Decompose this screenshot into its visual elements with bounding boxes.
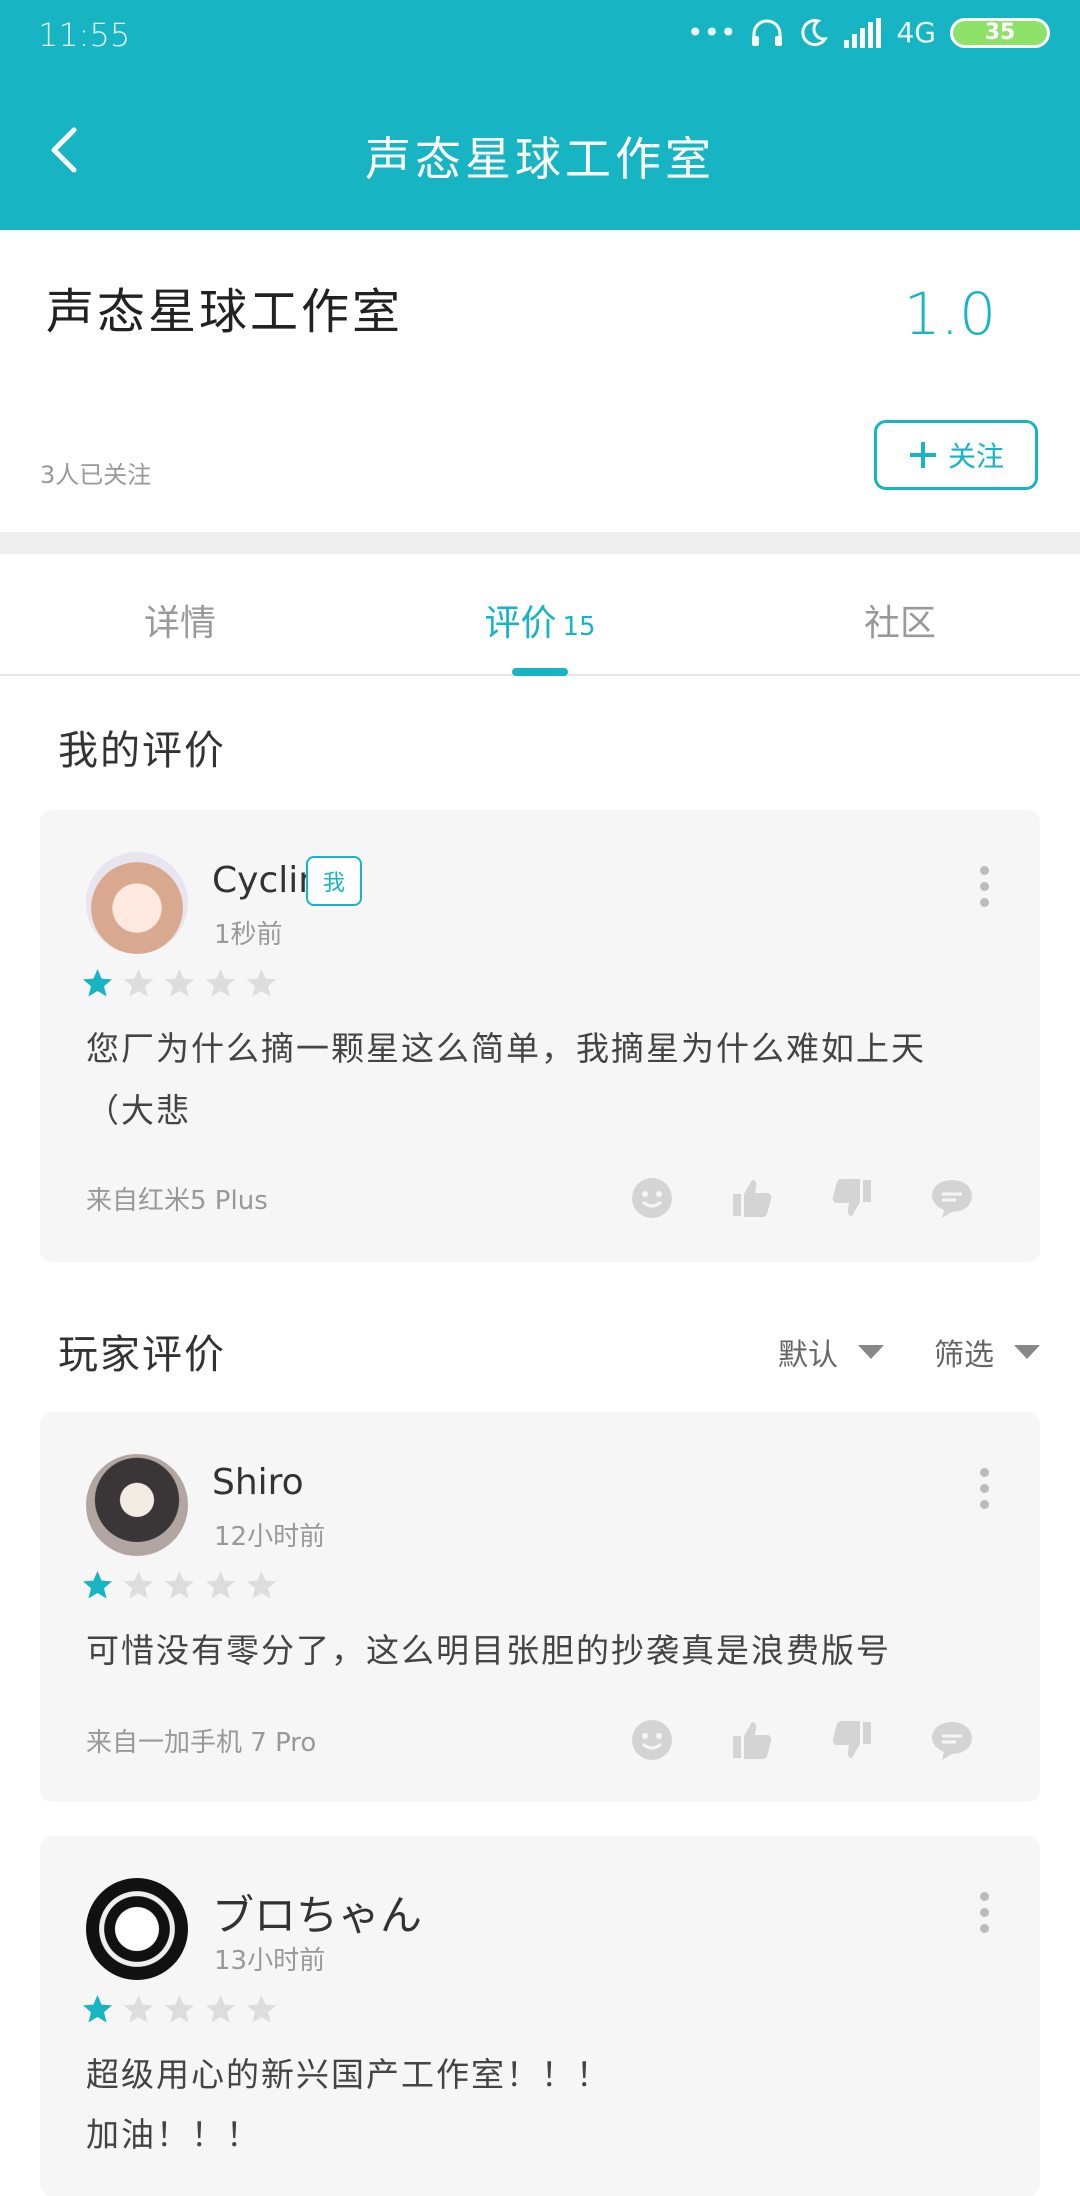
thumbs-up-icon[interactable] [730,1176,774,1220]
plus-icon [909,442,936,468]
star-empty-icon [247,1571,276,1599]
signal-icon [844,17,882,48]
my-review-card: Cyclin 我 1秒前 您厂为什么摘一颗星这么简单，我摘星为什么难如上天（大悲… [40,810,1040,1262]
tab-indicator [512,668,568,676]
divider [0,532,1080,554]
studio-name: 声态星球工作室 [46,284,404,340]
player-reviews-title: 玩家评价 [58,1332,226,1378]
comment-icon[interactable] [930,1176,974,1220]
me-badge: 我 [306,856,362,906]
username[interactable]: Shiro [212,1462,304,1503]
tab-community[interactable]: 社区 [720,554,1080,674]
rating-stars [82,968,277,999]
star-empty-icon [165,1995,194,2023]
star-empty-icon [165,969,194,997]
star-empty-icon [124,1571,153,1599]
thumbs-up-icon[interactable] [730,1718,774,1762]
page-title: 声态星球工作室 [365,132,715,186]
review-text: 超级用心的新兴国产工作室！！！ [86,2055,611,2094]
review-text: 可惜没有零分了，这么明目张胆的抄袭真是浪费版号 [86,1631,891,1670]
follower-count: 3人已关注 [40,461,152,489]
avatar[interactable] [86,1454,188,1556]
follow-button-label: 关注 [947,440,1004,473]
star-empty-icon [206,1571,235,1599]
sort-default-dropdown[interactable]: 默认 [778,1330,884,1374]
status-bar: 11:55 ••• 4G 35 [0,0,1080,75]
review-actions [630,1176,974,1220]
battery-icon: 35 [950,17,1050,48]
studio-score: 1.0 [903,280,996,348]
star-empty-icon [124,1995,153,2023]
device-label: 来自红米5 Plus [86,1186,268,1216]
more-options-icon[interactable] [980,1892,990,1940]
star-filled-icon [83,1571,112,1599]
sort-row: 默认 筛选 [778,1330,1040,1374]
username[interactable]: Cyclin [212,860,321,901]
more-options-icon[interactable] [980,866,990,914]
rating-stars [82,1994,277,2025]
device-label: 来自一加手机 7 Pro [86,1728,317,1758]
comment-icon[interactable] [930,1718,974,1762]
studio-header: 声态星球工作室 1.0 3人已关注 关注 [0,230,1080,532]
more-options-icon[interactable] [980,1468,990,1516]
review-text-line2: 加油！！！ [86,2115,261,2154]
status-icons: ••• 4G 35 [687,16,1050,49]
star-empty-icon [124,969,153,997]
avatar[interactable] [86,1878,188,1980]
star-empty-icon [206,1995,235,2023]
review-card: Shiro 12小时前 可惜没有零分了，这么明目张胆的抄袭真是浪费版号 来自一加… [40,1412,1040,1802]
filter-dropdown[interactable]: 筛选 [934,1330,1040,1374]
thumbs-down-icon[interactable] [830,1718,874,1762]
status-time: 11:55 [38,16,131,54]
more-dots-icon: ••• [686,16,737,49]
review-actions [630,1718,974,1762]
rating-stars [82,1570,277,1601]
review-time: 13小时前 [214,1946,326,1976]
tab-reviews[interactable]: 评价 15 [360,554,720,676]
review-text: 您厂为什么摘一颗星这么简单，我摘星为什么难如上天（大悲 [86,1029,926,1130]
emoji-icon[interactable] [630,1718,674,1762]
moon-icon [801,18,829,46]
review-time: 1秒前 [214,920,283,950]
dropdown-arrow-icon [858,1345,884,1359]
star-empty-icon [206,969,235,997]
review-card: ブロちゃん 13小时前 超级用心的新兴国产工作室！！！ 加油！！！ [40,1836,1040,2196]
star-empty-icon [247,1995,276,2023]
star-empty-icon [165,1571,194,1599]
emoji-icon[interactable] [630,1176,674,1220]
thumbs-down-icon[interactable] [830,1176,874,1220]
username[interactable]: ブロちゃん [212,1882,422,1943]
tab-details[interactable]: 详情 [0,554,360,674]
dropdown-arrow-icon [1014,1345,1040,1359]
my-review-title: 我的评价 [58,728,226,774]
star-filled-icon [83,969,112,997]
follow-button[interactable]: 关注 [874,420,1038,490]
headphones-icon [752,19,783,46]
app-bar: 声态星球工作室 [0,75,1080,230]
review-time: 12小时前 [214,1522,326,1552]
network-type: 4G [896,16,936,49]
star-filled-icon [83,1995,112,2023]
review-count: 15 [562,612,596,642]
star-empty-icon [247,969,276,997]
avatar[interactable] [86,852,188,954]
tab-bar: 详情 评价 15 社区 [0,554,1080,676]
